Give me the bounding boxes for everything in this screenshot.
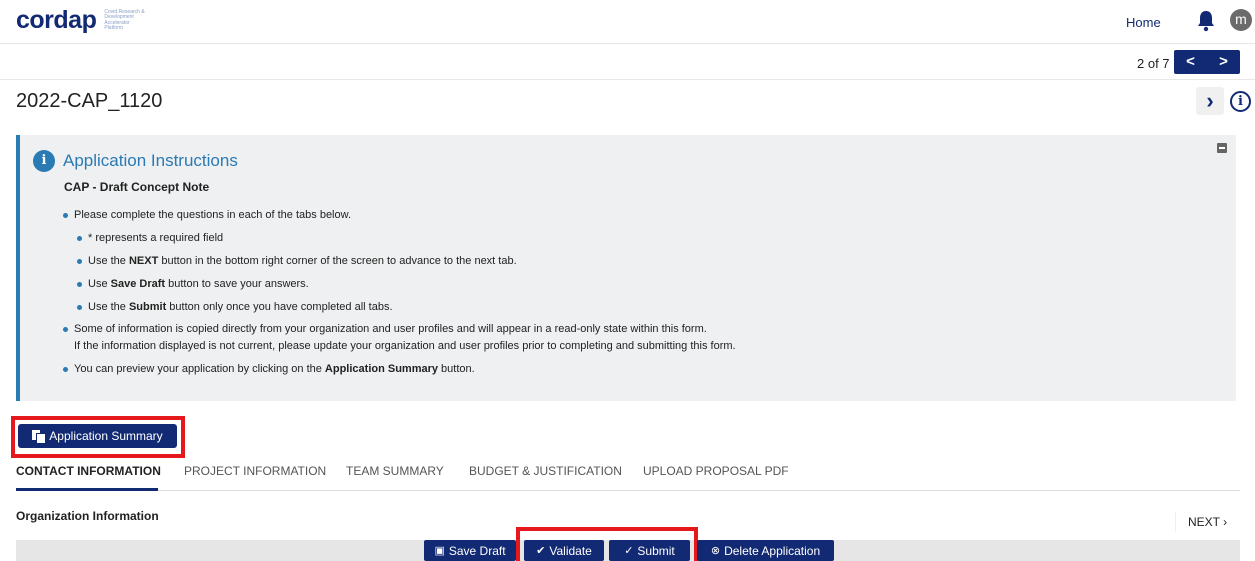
form-tabs: CONTACT INFORMATION PROJECT INFORMATION … — [16, 458, 1240, 491]
prev-page-button[interactable]: < — [1174, 50, 1207, 74]
collapse-icon[interactable] — [1217, 143, 1227, 153]
instruction-item: Please complete the questions in each of… — [62, 209, 352, 221]
instructions-subtitle: CAP - Draft Concept Note — [64, 180, 210, 194]
info-circle-icon: i — [33, 150, 55, 172]
instructions-title: Application Instructions — [63, 151, 238, 170]
tab-budget-justification[interactable]: BUDGET & JUSTIFICATION — [469, 464, 622, 478]
save-draft-button[interactable]: ▣ Save Draft — [424, 540, 516, 561]
logo-wordmark: cordap — [16, 6, 97, 34]
pager-row: 2 of 7 < > — [0, 44, 1255, 80]
instruction-item: * represents a required field — [76, 232, 224, 244]
application-id-title: 2022-CAP_1120 — [16, 90, 163, 112]
instruction-item-continued: If the information displayed is not curr… — [74, 340, 736, 352]
tab-project-information[interactable]: PROJECT INFORMATION — [184, 464, 326, 478]
copy-document-icon — [32, 430, 47, 444]
active-tab-indicator — [16, 488, 158, 491]
cordap-logo[interactable]: cordap Covid Research & Development Acce… — [16, 6, 149, 35]
next-page-button[interactable]: > — [1207, 50, 1240, 74]
notification-bell-icon[interactable] — [1196, 10, 1216, 32]
instruction-item: Some of information is copied directly f… — [63, 323, 707, 335]
application-summary-label: Application Summary — [49, 429, 163, 443]
double-check-icon: ✔ — [536, 545, 546, 557]
check-icon: ✓ — [624, 545, 634, 557]
pager-count: 2 of 7 — [1137, 56, 1170, 71]
home-link[interactable]: Home — [1126, 15, 1161, 30]
application-summary-button[interactable]: Application Summary — [18, 424, 177, 448]
delete-application-button[interactable]: ⊗ Delete Application — [697, 540, 834, 561]
info-icon[interactable]: i — [1230, 91, 1251, 112]
tab-team-summary[interactable]: TEAM SUMMARY — [346, 464, 444, 478]
instruction-item: Use the Submit button only once you have… — [77, 301, 393, 313]
expand-sidebar-chevron-icon[interactable]: › — [1196, 87, 1224, 115]
logo-tagline: Covid Research & Development Accelerator… — [104, 8, 145, 31]
validate-button[interactable]: ✔ Validate — [524, 540, 604, 561]
save-icon: ▣ — [434, 545, 445, 557]
user-avatar[interactable]: m — [1230, 9, 1252, 31]
section-label: Organization Information — [16, 509, 159, 523]
pager-buttons: < > — [1174, 50, 1240, 74]
next-tab-button[interactable]: NEXT › — [1175, 512, 1235, 532]
tab-contact-information[interactable]: CONTACT INFORMATION — [16, 464, 161, 478]
submit-button[interactable]: ✓ Submit — [609, 540, 690, 561]
top-navbar: cordap Covid Research & Development Acce… — [0, 0, 1255, 44]
instruction-item: Use the NEXT button in the bottom right … — [77, 255, 517, 267]
delete-circle-icon: ⊗ — [710, 545, 721, 557]
instruction-item: You can preview your application by clic… — [63, 363, 475, 375]
instruction-item: Use Save Draft button to save your answe… — [77, 278, 309, 290]
tab-upload-proposal-pdf[interactable]: UPLOAD PROPOSAL PDF — [643, 464, 789, 478]
